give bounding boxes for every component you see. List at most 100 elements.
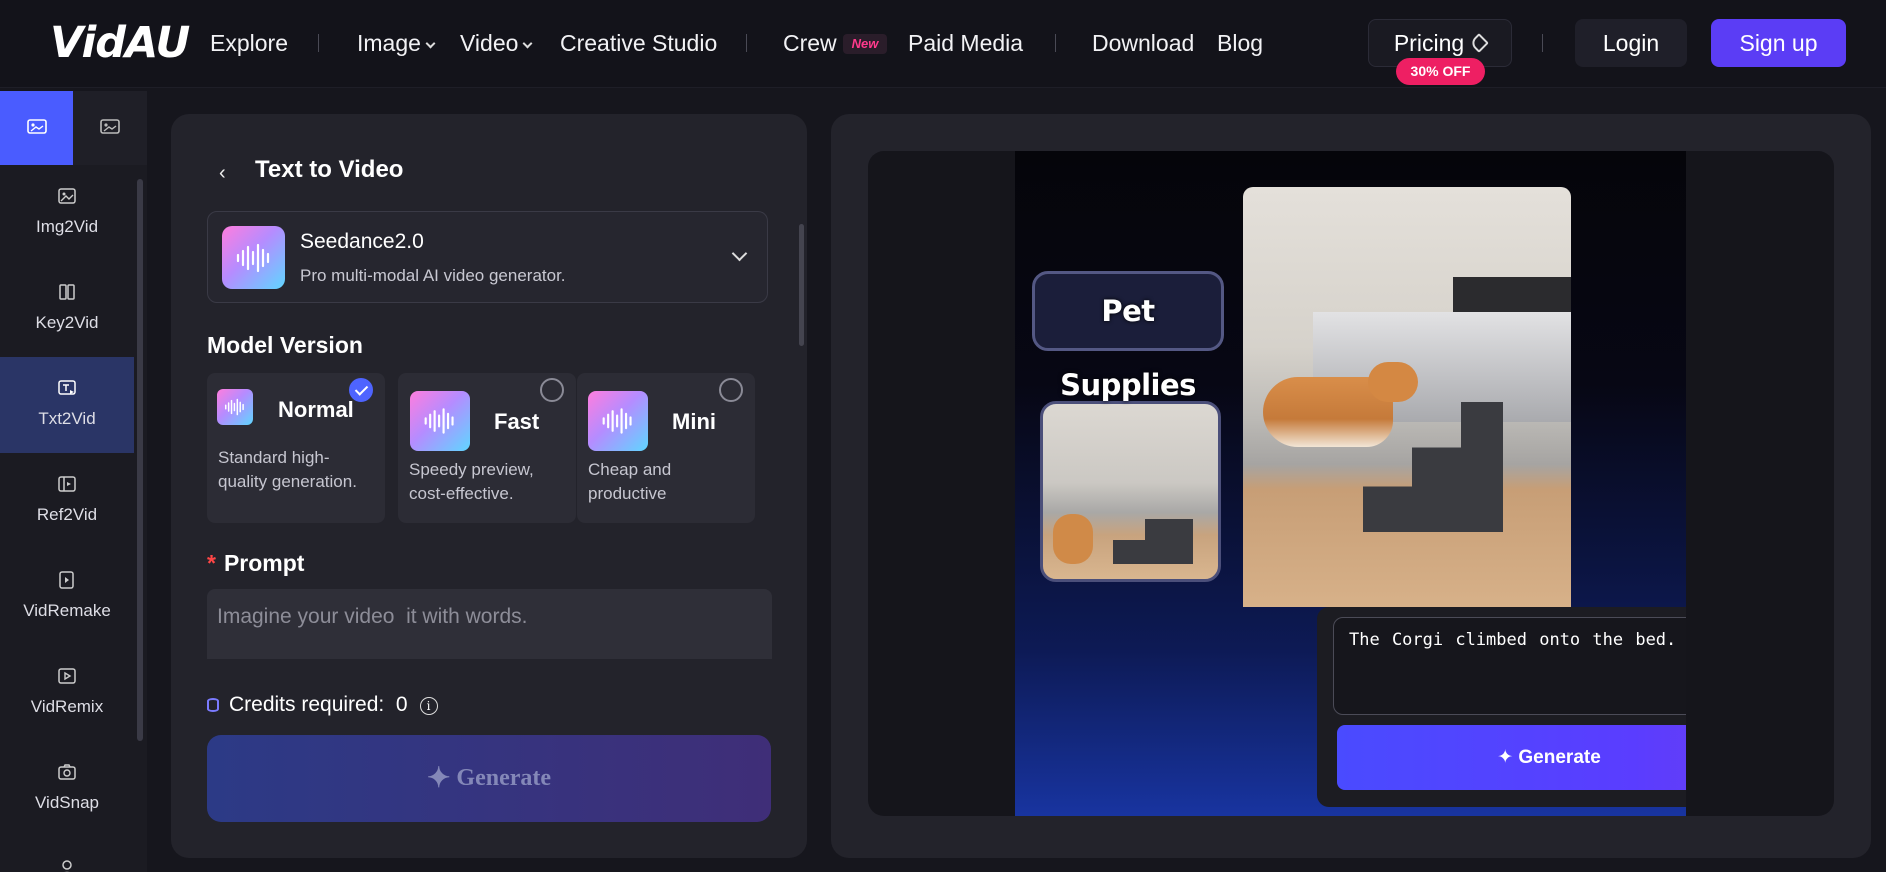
- version-name: Normal: [278, 397, 354, 422]
- soundwave-icon: [410, 391, 470, 451]
- version-option-normal[interactable]: Normal Standard high-quality generation.: [207, 373, 385, 523]
- sidebar-item-vidsnap[interactable]: VidSnap: [0, 741, 134, 837]
- chevron-down-icon: [522, 38, 533, 49]
- info-icon[interactable]: i: [419, 697, 438, 715]
- new-badge: New: [843, 34, 887, 54]
- vidau-logo[interactable]: VidAU: [50, 18, 190, 68]
- nav-creative-studio[interactable]: Creative Studio: [560, 30, 717, 57]
- nav-video-label: Video: [460, 30, 519, 56]
- preview-video[interactable]: Pet Supplies The Corgi climbed onto the …: [1015, 151, 1686, 816]
- corgi: [1053, 514, 1093, 564]
- soundwave-icon: [222, 226, 285, 289]
- video-mode-icon: [27, 119, 47, 134]
- image-mode-toggle[interactable]: [73, 91, 147, 165]
- reference-thumbnail: [1040, 401, 1221, 582]
- remix-icon: [58, 668, 76, 684]
- prompt-label: * Prompt: [207, 550, 304, 577]
- generate-button[interactable]: ✦ Generate: [207, 735, 771, 822]
- sparkle-icon: ✦: [426, 763, 451, 794]
- version-description: Speedy preview, cost-effective.: [409, 460, 534, 503]
- tag-icon: [1469, 33, 1490, 53]
- nav-video[interactable]: Video: [460, 30, 533, 57]
- pet-steps: [1113, 519, 1193, 564]
- sidebar-item-label: Key2Vid: [35, 313, 99, 332]
- panel-scrollbar[interactable]: [799, 224, 804, 346]
- demo-generate-label: Generate: [1518, 747, 1601, 768]
- category-pill: Pet Supplies: [1032, 271, 1224, 402]
- video-mode-toggle[interactable]: [0, 91, 73, 165]
- nav-divider: [1542, 34, 1543, 52]
- pricing-label: Pricing: [1393, 30, 1465, 56]
- nav-image[interactable]: Image: [357, 30, 436, 57]
- remake-icon: [59, 571, 74, 589]
- sidebar-item-label: VidRemix: [30, 697, 104, 716]
- page-title: Text to Video: [255, 156, 404, 183]
- model-select[interactable]: Seedance2.0 Pro multi-modal AI video gen…: [207, 211, 768, 303]
- radio-icon: [719, 378, 743, 402]
- corgi-photo: [1243, 187, 1571, 607]
- preview-frame: Pet Supplies The Corgi climbed onto the …: [868, 151, 1834, 816]
- required-mark: *: [207, 550, 216, 576]
- model-version-label: Model Version: [207, 332, 363, 358]
- demo-prompt-text: The Corgi climbed onto the bed.: [1333, 617, 1686, 715]
- image-icon: [58, 188, 76, 204]
- sidebar-item-ref2vid[interactable]: Ref2Vid: [0, 453, 134, 549]
- sidebar-item-label: Txt2Vid: [38, 409, 96, 428]
- avatar-icon: [62, 860, 72, 872]
- version-name: Fast: [494, 409, 540, 434]
- nav-image-label: Image: [357, 30, 421, 56]
- chevron-down-icon: [425, 38, 436, 49]
- tool-sidebar: Img2Vid Key2Vid Txt2Vid Ref2Vid VidRemak…: [0, 91, 147, 872]
- nav-divider: [318, 34, 319, 52]
- version-option-mini[interactable]: Mini Cheap and productive: [577, 373, 755, 523]
- nav-divider: [746, 34, 747, 52]
- sidebar-item-vidremix[interactable]: VidRemix: [0, 645, 134, 741]
- signup-button[interactable]: Sign up: [1711, 19, 1846, 67]
- soundwave-icon: [217, 389, 253, 425]
- prompt-input[interactable]: [207, 589, 772, 659]
- sidebar-item-img2vid[interactable]: Img2Vid: [0, 165, 134, 261]
- corgi-head: [1368, 362, 1418, 402]
- generate-label: Generate: [456, 765, 552, 791]
- coin-icon: [207, 698, 219, 712]
- version-option-fast[interactable]: Fast Speedy preview, cost-effective.: [398, 373, 576, 523]
- sidebar-item-txt2vid[interactable]: Txt2Vid: [0, 357, 134, 453]
- sidebar-item-key2vid[interactable]: Key2Vid: [0, 261, 134, 357]
- sidebar-item-vidremake[interactable]: VidRemake: [0, 549, 134, 645]
- settings-panel: ‹ Text to Video Seedance2.0 Pro multi-mo…: [171, 114, 807, 858]
- sparkle-icon: ✦: [1497, 747, 1519, 768]
- prompt-label-text: Prompt: [223, 550, 305, 576]
- preview-panel: Pet Supplies The Corgi climbed onto the …: [831, 114, 1871, 858]
- demo-generate-button: ✦ Generate: [1337, 725, 1686, 790]
- credits-row: Credits required: 0i: [207, 693, 438, 717]
- version-description: Standard high-quality generation.: [218, 448, 357, 491]
- chevron-down-icon: [731, 245, 748, 262]
- model-description: Pro multi-modal AI video generator.: [300, 266, 566, 285]
- snap-icon: [58, 764, 76, 780]
- credits-label: Credits required:: [229, 693, 385, 716]
- keyframe-icon: [59, 284, 75, 300]
- nav-paid-media[interactable]: Paid Media: [908, 30, 1023, 57]
- demo-prompt-card: The Corgi climbed onto the bed. ✦ Genera…: [1317, 607, 1686, 807]
- nav-crew[interactable]: Crew: [783, 30, 837, 57]
- text-video-icon: [58, 380, 76, 395]
- sidebar-item-label: Ref2Vid: [36, 505, 98, 524]
- reference-icon: [58, 476, 76, 492]
- login-button[interactable]: Login: [1575, 19, 1687, 67]
- sidebar-item-label: Img2Vid: [35, 217, 99, 236]
- top-nav: VidAU Explore Image Video Creative Studi…: [0, 0, 1886, 88]
- radio-icon: [540, 378, 564, 402]
- sidebar-item-label: VidSnap: [35, 793, 99, 812]
- nav-blog[interactable]: Blog: [1217, 30, 1263, 57]
- sidebar-scrollbar[interactable]: [137, 179, 143, 741]
- check-icon: [349, 378, 373, 402]
- sidebar-item-more[interactable]: [0, 837, 134, 872]
- model-name: Seedance2.0: [300, 230, 424, 253]
- credits-value: 0: [395, 693, 408, 716]
- nav-explore[interactable]: Explore: [210, 30, 288, 57]
- version-name: Mini: [672, 409, 716, 434]
- discount-badge: 30% OFF: [1396, 58, 1485, 85]
- version-description: Cheap and productive: [588, 460, 672, 503]
- nav-download[interactable]: Download: [1092, 30, 1194, 57]
- back-icon[interactable]: ‹: [219, 162, 226, 185]
